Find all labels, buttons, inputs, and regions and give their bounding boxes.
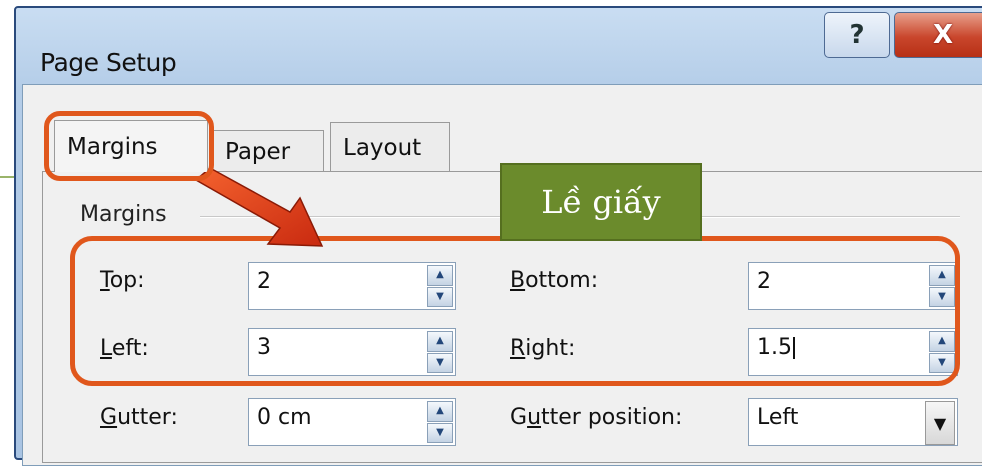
margins-tab-highlight — [44, 111, 214, 181]
annotation-arrow-icon — [194, 167, 324, 247]
annotation-callout: Lề giấy — [500, 163, 702, 241]
